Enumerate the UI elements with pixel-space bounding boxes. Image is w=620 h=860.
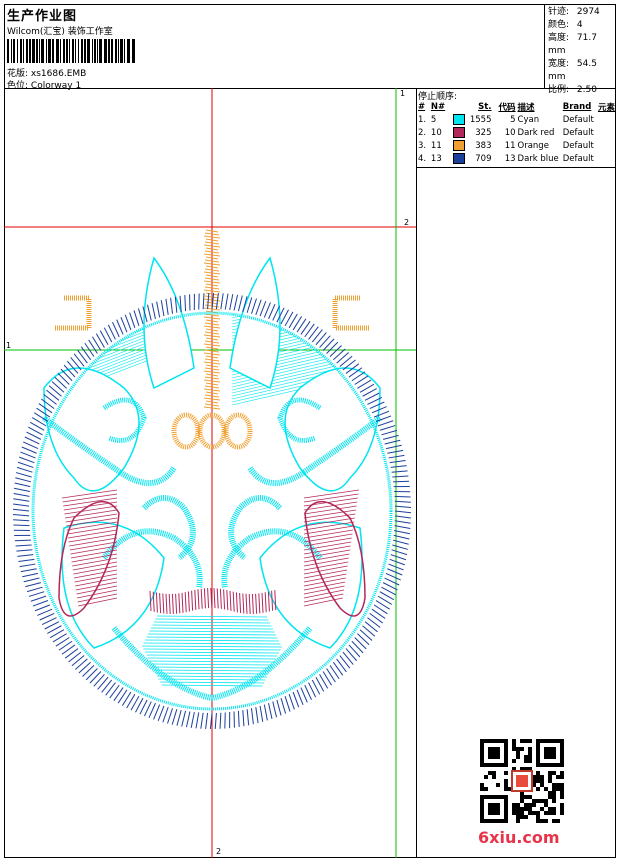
- mouth-stitch: [184, 592, 187, 613]
- nose-ring-1: [171, 412, 201, 450]
- color-swatch: [452, 114, 465, 125]
- right-forehead-mark: [332, 295, 370, 331]
- cheek-stitch: [64, 509, 118, 519]
- header-info: 生产作业图 Wilcom(汇宝) 装饰工作室 花版: xs1686.EMB 色位…: [4, 4, 545, 91]
- mouth-stitch: [261, 592, 264, 613]
- stat-stitches: 针迹: 2974: [548, 7, 600, 17]
- qr-code-icon: [480, 739, 564, 823]
- chin-hatch-line: [143, 648, 281, 651]
- guide-label-right-red: 2: [404, 218, 409, 227]
- mouth-stitch: [178, 593, 181, 614]
- mouth-stitch: [155, 592, 158, 613]
- cheek-stitch: [303, 513, 356, 523]
- embroidery-canvas: 1 2 1 2: [4, 88, 416, 858]
- table-row: 4. 13 709 13 Dark blue Default: [418, 153, 594, 164]
- stats-panel: 针迹: 2974 颜色: 4 高度: 71.7 mm 宽度: 54.5 mm 比…: [548, 6, 616, 97]
- mouth-stitch: [258, 593, 261, 614]
- cheek-stitch: [303, 505, 357, 515]
- studio-name: Wilcom(汇宝) 装饰工作室: [7, 27, 113, 37]
- mouth-stitch: [207, 588, 210, 609]
- chin-hatch-line: [152, 624, 272, 627]
- mouth-stitch: [181, 592, 184, 613]
- nose-ring-3: [223, 412, 253, 450]
- mouth-stitch: [171, 593, 174, 614]
- cheek-stitch: [303, 497, 358, 507]
- chin-hatch-line: [155, 672, 269, 675]
- mouth-stitch: [245, 593, 248, 614]
- mouth-stitch: [197, 589, 200, 610]
- table-header: # N# St. 代码 描述 Brand 元素: [418, 101, 615, 113]
- chin-hatch-line: [153, 669, 271, 672]
- chin-hatch-line: [144, 651, 280, 654]
- cheek-stitch: [303, 493, 359, 503]
- mouth-stitch: [232, 591, 235, 612]
- chin-hatch-line: [156, 615, 268, 618]
- mouth-stitch: [242, 593, 245, 614]
- guide-label-left-green: 1: [6, 341, 11, 350]
- chin-hatch-line: [150, 627, 274, 630]
- chin-hatch-line: [146, 654, 278, 657]
- table-row: 1. 5 1555 5 Cyan Default: [418, 114, 594, 125]
- chin-hatch-line: [150, 663, 274, 666]
- mouth-stitch: [255, 593, 258, 614]
- mouth-stitch: [251, 593, 254, 614]
- color-swatch: [452, 153, 465, 164]
- chin-hatch-line: [144, 639, 280, 642]
- mouth-stitch: [229, 590, 232, 611]
- mouth-stitch: [219, 588, 222, 609]
- chin-hatch-line: [147, 657, 277, 660]
- page-title: 生产作业图: [7, 9, 78, 24]
- chin-hatch-line: [146, 636, 278, 639]
- mouth-stitch: [223, 589, 226, 610]
- color-swatch: [452, 140, 465, 151]
- stat-colors: 颜色: 4: [548, 20, 583, 30]
- chin-hatch-line: [147, 633, 277, 636]
- mouth-stitch: [264, 592, 267, 613]
- chin-hatch-line: [156, 675, 268, 678]
- chin-hatch-line: [143, 642, 281, 645]
- chin-hatch-line: [149, 630, 275, 633]
- mouth-stitch: [187, 591, 190, 612]
- chin-hatch-line: [153, 621, 271, 624]
- header: 生产作业图 Wilcom(汇宝) 装饰工作室 花版: xs1686.EMB 色位…: [4, 4, 616, 95]
- mouth-stitch: [165, 593, 168, 614]
- stop-sequence: 停止顺序: # N# St. 代码 描述 Brand 元素 1. 5 1555 5 Cy…: [417, 88, 616, 168]
- cheek-stitch: [62, 493, 118, 503]
- mouth-stitch: [248, 593, 251, 615]
- mouth-stitch: [216, 588, 219, 609]
- mouth-stitch: [168, 593, 171, 615]
- table-row: 2. 10 325 10 Dark red Default: [418, 127, 594, 138]
- mouth-stitch: [175, 593, 178, 614]
- barcode-icon: [7, 39, 135, 63]
- chin-hatch-line: [155, 618, 269, 621]
- chin-hatch-line: [149, 660, 275, 663]
- mouth-stitch: [203, 588, 206, 609]
- mouth-stitch: [159, 593, 162, 614]
- guide-label-top-green: 1: [400, 89, 405, 98]
- stat-height: 高度: 71.7 mm: [548, 33, 597, 56]
- stat-width: 宽度: 54.5 mm: [548, 59, 597, 82]
- chin-hatch-line: [152, 666, 272, 669]
- watermark-site: 6xiu.com: [478, 828, 560, 847]
- guide-label-bottom-red: 2: [216, 847, 221, 856]
- cheek-stitch: [64, 505, 118, 515]
- left-brow-hollow: [143, 256, 195, 390]
- mouth-stitch: [162, 593, 165, 614]
- mouth-stitch: [226, 590, 229, 611]
- stop-sequence-table: # N# St. 代码 描述 Brand 元素 1. 5 1555 5 Cyan Defa…: [417, 100, 616, 165]
- left-forehead-mark: [54, 295, 92, 331]
- mouth-stitch: [235, 592, 238, 613]
- mouth-stitch: [191, 590, 194, 611]
- color-swatch: [452, 127, 465, 138]
- cheek-stitch: [63, 501, 118, 511]
- mouth-stitch: [239, 592, 242, 613]
- mouth-stitch: [200, 588, 203, 609]
- mouth-stitch: [213, 588, 216, 609]
- chin-hatch-line: [141, 645, 283, 648]
- table-row: 3. 11 383 11 Orange Default: [418, 140, 594, 151]
- mouth-stitch: [194, 589, 197, 610]
